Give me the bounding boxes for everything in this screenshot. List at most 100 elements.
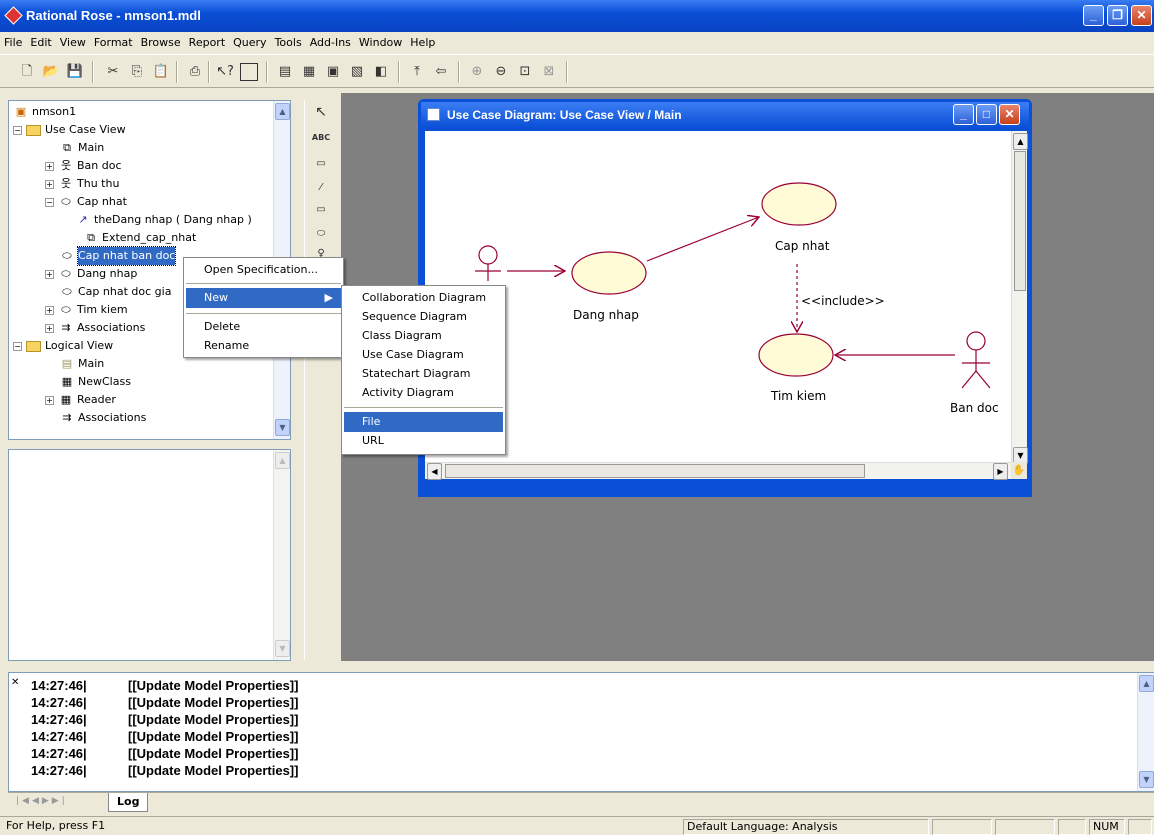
menu-add-ins[interactable]: Add-Ins [306,32,355,53]
open-icon[interactable]: 📂 [42,63,60,81]
view-doc-icon[interactable] [240,63,258,81]
print-icon[interactable]: ⎙ [186,63,204,81]
menu-query[interactable]: Query [229,32,270,53]
scroll-up-arrow-icon[interactable]: ▲ [1139,675,1154,692]
scroll-thumb[interactable] [445,464,865,478]
tree-node-dang-nhap[interactable]: + ⬭ Dang nhap [45,265,137,283]
menu-item-new[interactable]: New ▶ [186,288,341,308]
diagram-minimize-button[interactable]: _ [953,104,974,125]
tree-node-use-case-view[interactable]: − Use Case View [13,121,126,139]
context-help-icon[interactable]: ↖? [216,63,234,81]
fit-window-icon[interactable]: ⊡ [516,63,534,81]
pan-hand-icon[interactable]: ✋ [1011,462,1027,479]
component-diagram-icon[interactable]: ▣ [324,63,342,81]
tree-node-thu-thu[interactable]: + 웃 Thu thu [45,175,119,193]
tab-scroll-arrows-icon[interactable]: |◀◀▶▶| [16,796,68,806]
new-icon[interactable]: 🗋 [18,63,36,81]
menu-tools[interactable]: Tools [271,32,306,53]
diagram-vertical-scrollbar[interactable]: ▲ ▼ [1011,131,1028,479]
expand-icon[interactable]: + [45,269,54,279]
expand-icon[interactable]: + [45,179,54,189]
scroll-up-arrow-icon[interactable]: ▲ [275,103,290,120]
expand-icon[interactable]: + [45,161,54,171]
submenu-item-class-diagram[interactable]: Class Diagram [344,326,503,346]
log-vertical-scrollbar[interactable]: ▲ ▼ [1137,673,1154,791]
diagram-horizontal-scrollbar[interactable]: ◀ ▶ [425,462,1011,480]
submenu-item-statechart-diagram[interactable]: Statechart Diagram [344,364,503,384]
tree-node-model[interactable]: ▣ nmson1 [13,103,76,121]
documentation-pane[interactable]: ▲ ▼ [8,449,291,661]
submenu-item-collaboration-diagram[interactable]: Collaboration Diagram [344,288,503,308]
package-tool[interactable]: ▭ [311,200,331,220]
usecase-cap-nhat-label[interactable]: Cap nhat [775,239,829,253]
menu-window[interactable]: Window [355,32,406,53]
save-icon[interactable]: 💾 [66,63,84,81]
tree-node-cap-nhat-ban-doc[interactable]: ⬭ Cap nhat ban doc [59,246,177,266]
paste-icon[interactable]: 📋 [152,63,170,81]
tree-node-newclass[interactable]: ▦ NewClass [59,373,131,391]
menu-item-rename[interactable]: Rename [186,336,341,356]
menu-item-open-specification[interactable]: Open Specification... [186,260,341,280]
collapse-icon[interactable]: − [13,341,22,351]
selection-tool[interactable]: ↖ [311,102,331,122]
interaction-diagram-icon[interactable]: ▦ [300,63,318,81]
note-tool[interactable]: ▭ [311,154,331,174]
menu-format[interactable]: Format [90,32,137,53]
restore-button[interactable]: ❐ [1107,5,1128,26]
diagram-close-button[interactable]: ✕ [999,104,1020,125]
menu-browse[interactable]: Browse [137,32,185,53]
diagram-window-titlebar[interactable]: Use Case Diagram: Use Case View / Main _… [421,102,1029,128]
submenu-item-sequence-diagram[interactable]: Sequence Diagram [344,307,503,327]
menu-help[interactable]: Help [406,32,439,53]
tree-node-thedang-nhap[interactable]: ↗ theDang nhap ( Dang nhap ) [75,211,251,229]
expand-icon[interactable]: + [45,323,54,333]
tree-node-cap-nhat[interactable]: − ⬭ Cap nhat [45,193,127,211]
cut-icon[interactable]: ✂ [104,63,122,81]
deployment-diagram-icon[interactable]: ▧ [348,63,366,81]
scroll-thumb[interactable] [1014,151,1026,291]
tree-node-reader[interactable]: + ▦ Reader [45,391,116,409]
diagram-maximize-button[interactable]: □ [976,104,997,125]
tree-node-logical-view[interactable]: − Logical View [13,337,113,355]
class-diagram-icon[interactable]: ▤ [276,63,294,81]
use-case-tool[interactable]: ⬭ [311,224,331,244]
state-diagram-icon[interactable]: ◧ [372,63,390,81]
expand-icon[interactable]: + [45,395,54,405]
scroll-left-arrow-icon[interactable]: ◀ [427,463,442,480]
scroll-right-arrow-icon[interactable]: ▶ [993,463,1008,480]
menu-item-delete[interactable]: Delete [186,317,341,337]
tree-node-extend-cap-nhat[interactable]: ⧉ Extend_cap_nhat [83,229,196,247]
tree-node-logical-associations[interactable]: ⇉ Associations [59,409,146,427]
scroll-down-arrow-icon[interactable]: ▼ [275,640,290,657]
copy-icon[interactable]: ⎘ [128,63,146,81]
doc-vertical-scrollbar[interactable]: ▲ ▼ [273,450,290,660]
submenu-item-activity-diagram[interactable]: Activity Diagram [344,383,503,403]
submenu-item-url[interactable]: URL [344,431,503,451]
submenu-item-file[interactable]: File [344,412,503,432]
previous-icon[interactable]: ⇦ [432,63,450,81]
tree-node-ban-doc[interactable]: + 웃 Ban doc [45,157,122,175]
menu-edit[interactable]: Edit [26,32,55,53]
text-tool[interactable]: ABC [311,128,331,148]
minimize-button[interactable]: _ [1083,5,1104,26]
zoom-out-icon[interactable]: ⊖ [492,63,510,81]
menu-view[interactable]: View [56,32,90,53]
zoom-in-icon[interactable]: ⊕ [468,63,486,81]
close-button[interactable]: ✕ [1131,5,1152,26]
anchor-note-tool[interactable]: ⁄ [311,178,331,198]
expand-icon[interactable]: + [45,305,54,315]
collapse-icon[interactable]: − [13,125,22,135]
log-window[interactable]: ✕ 14:27:46| [[Update Model Properties]] 1… [8,672,1154,792]
menu-file[interactable]: File [0,32,26,53]
actor-ban-doc-label[interactable]: Ban doc [950,401,999,415]
undo-fit-icon[interactable]: ⊠ [540,63,558,81]
scroll-up-arrow-icon[interactable]: ▲ [1013,133,1028,150]
scroll-down-arrow-icon[interactable]: ▼ [1139,771,1154,788]
log-close-icon[interactable]: ✕ [11,677,19,688]
usecase-tim-kiem-label[interactable]: Tim kiem [771,389,826,403]
menu-report[interactable]: Report [185,32,229,53]
scroll-up-arrow-icon[interactable]: ▲ [275,452,290,469]
parent-icon[interactable]: ⤒ [408,63,426,81]
tab-log[interactable]: Log [108,793,149,812]
collapse-icon[interactable]: − [45,197,54,207]
